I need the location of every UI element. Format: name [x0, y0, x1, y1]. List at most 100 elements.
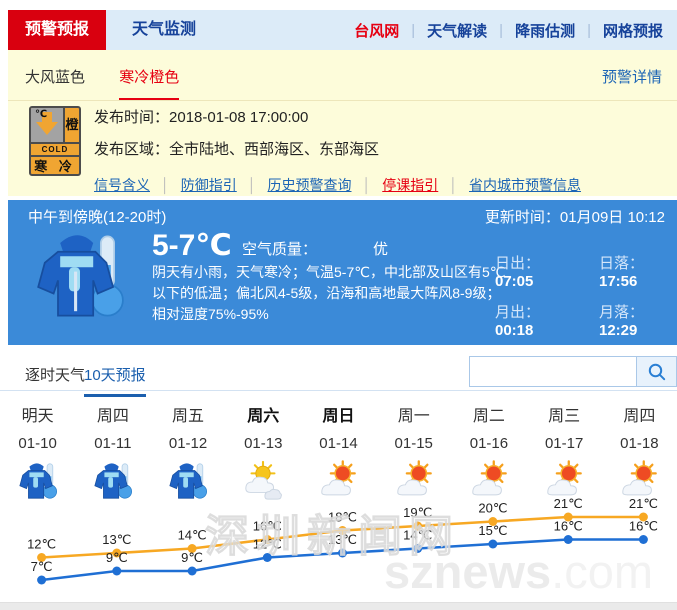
tab-weather-monitor[interactable]: 天气监测	[106, 10, 222, 50]
badge-cold-label: COLD	[31, 142, 79, 155]
link-separator: │	[161, 177, 170, 193]
forecast-date-label: 01-14	[301, 435, 376, 452]
svg-text:15℃: 15℃	[478, 523, 507, 538]
forecast-date-label: 01-13	[226, 435, 301, 452]
svg-text:16℃: 16℃	[253, 519, 282, 534]
badge-level-text: 橙	[63, 108, 79, 142]
sun-moon-times: 日出：07:05 日落：17:56 月出：00:18 月落：12:29	[495, 252, 677, 339]
sunrise: 日出：07:05	[495, 252, 573, 290]
forecast-date-label: 01-12	[150, 435, 225, 452]
svg-text:13℃: 13℃	[328, 532, 357, 547]
tab-hourly-weather[interactable]: 逐时天气	[25, 364, 85, 385]
forecast-column[interactable]: 周二 01-16	[451, 398, 526, 500]
publish-time-value: 2018-01-08 17:00:00	[169, 109, 308, 126]
cold-orange-warning-badge-icon: ℃ 橙 COLD 寒 冷	[29, 106, 81, 176]
divider	[8, 100, 677, 101]
svg-text:16℃: 16℃	[554, 519, 583, 534]
top-navbar: 预警预报 天气监测 台风网 | 天气解读 | 降雨估测 | 网格预报	[8, 10, 677, 50]
forecast-day-label: 周二	[451, 402, 526, 426]
badge-name: 寒 冷	[31, 155, 79, 176]
forecast-day-label: 周四	[602, 402, 677, 426]
tab-cold-orange-warning[interactable]: 寒冷橙色	[119, 69, 179, 101]
forecast-period: 中午到傍晚(12-20时)	[28, 206, 166, 227]
svg-text:21℃: 21℃	[554, 498, 583, 511]
forecast-column[interactable]: 周六 01-13	[226, 398, 301, 500]
badge-temp-unit: ℃	[35, 109, 47, 120]
link-rain-estimate[interactable]: 降雨估测	[515, 20, 575, 41]
forecast-column[interactable]: 周四 01-18	[602, 398, 677, 500]
forecast-column[interactable]: 周五 01-12	[150, 398, 225, 500]
nav-separator: |	[411, 22, 415, 39]
moonrise: 月出：00:18	[495, 301, 573, 339]
svg-text:16℃: 16℃	[629, 519, 658, 534]
publish-time-label: 发布时间：	[94, 109, 169, 126]
link-separator: │	[248, 177, 257, 193]
forecast-date-label: 01-15	[376, 435, 451, 452]
nav-links: 台风网 | 天气解读 | 降雨估测 | 网格预报	[354, 10, 677, 50]
warning-detail-link[interactable]: 预警详情	[602, 66, 662, 87]
publish-area-value: 全市陆地、西部海区、东部海区	[169, 141, 379, 158]
link-province-city-warnings[interactable]: 省内城市预警信息	[469, 177, 581, 193]
forecast-column[interactable]: 周三01-17	[527, 398, 602, 500]
svg-text:21℃: 21℃	[629, 498, 658, 511]
nav-separator: |	[499, 22, 503, 39]
bottom-strip	[0, 602, 677, 610]
nav-separator: |	[587, 22, 591, 39]
svg-text:9℃: 9℃	[106, 550, 128, 565]
moonset: 月落：12:29	[599, 301, 677, 339]
svg-text:12℃: 12℃	[27, 537, 56, 552]
search-icon	[647, 362, 667, 382]
forecast-column[interactable]: 周一01-15	[376, 398, 451, 500]
link-grid-forecast[interactable]: 网格预报	[603, 20, 663, 41]
forecast-column[interactable]: 周四01-11	[75, 398, 150, 500]
link-signal-meaning[interactable]: 信号含义	[94, 177, 150, 193]
link-separator: │	[449, 177, 458, 193]
publish-area-label: 发布区域：	[94, 141, 169, 158]
forecast-tabs-bar: 逐时天气 10天预报	[0, 355, 677, 391]
warning-info: 发布时间：2018-01-08 17:00:00 发布区域：全市陆地、西部海区、…	[94, 106, 667, 195]
svg-text:14℃: 14℃	[403, 528, 432, 543]
forecast-day-label: 周四	[75, 402, 150, 426]
link-class-suspension-guide[interactable]: 停课指引	[382, 177, 438, 193]
link-typhoon-net[interactable]: 台风网	[354, 20, 399, 41]
air-quality-row: 空气质量： 优	[242, 238, 388, 259]
forecast-day-label: 周五	[150, 402, 225, 426]
forecast-date-label: 01-18	[602, 435, 677, 452]
svg-text:19℃: 19℃	[403, 505, 432, 520]
current-weather-panel: 中午到傍晚(12-20时) 更新时间：01月09日 10:12 5-7℃ 空气质…	[8, 200, 677, 345]
svg-text:18℃: 18℃	[328, 510, 357, 525]
forecast-date-label: 01-16	[451, 435, 526, 452]
link-separator: │	[363, 177, 372, 193]
tab-warning-forecast[interactable]: 预警预报	[8, 10, 106, 50]
search-input[interactable]	[469, 356, 637, 387]
update-time: 更新时间：01月09日 10:12	[485, 206, 665, 227]
forecast-column[interactable]: 周日 01-14	[301, 398, 376, 500]
svg-text:12℃: 12℃	[253, 537, 282, 552]
forecast-day-label: 周日	[301, 402, 376, 426]
search-button[interactable]	[637, 356, 677, 387]
forecast-row: 明天01-10 周四01-11 周五 01-12 周六 01-13 周日 01-14	[0, 398, 677, 500]
warning-section: 大风蓝色 寒冷橙色 预警详情 ℃ 橙 COLD 寒 冷 发布时间：2018-01…	[8, 50, 677, 196]
svg-text:13℃: 13℃	[102, 532, 131, 547]
link-weather-explain[interactable]: 天气解读	[427, 20, 487, 41]
warning-links: 信号含义 │ 防御指引 │ 历史预警查询 │ 停课指引 │ 省内城市预警信息	[94, 175, 667, 195]
sunset: 日落：17:56	[599, 252, 677, 290]
link-history-warning-query[interactable]: 历史预警查询	[268, 177, 352, 193]
forecast-day-label: 明天	[0, 402, 75, 426]
svg-text:9℃: 9℃	[181, 550, 203, 565]
current-temperature: 5-7℃	[152, 228, 232, 263]
svg-text:20℃: 20℃	[478, 501, 507, 516]
forecast-date-label: 01-17	[527, 435, 602, 452]
forecast-day-label: 周六	[226, 402, 301, 426]
air-quality-label: 空气质量：	[242, 241, 317, 258]
svg-text:7℃: 7℃	[31, 559, 53, 574]
temperature-chart: 12℃ 13℃ 14℃ 16℃ 18℃ 19℃ 20℃ 21℃ 21℃ 7℃ 9℃ 9℃ 12℃ 13℃ 1…	[0, 498, 677, 602]
svg-text:14℃: 14℃	[178, 528, 207, 543]
winter-coat-thermometer-icon	[28, 232, 132, 325]
tab-wind-blue-warning[interactable]: 大风蓝色	[25, 69, 85, 86]
link-defense-guide[interactable]: 防御指引	[181, 177, 237, 193]
publish-time-row: 发布时间：2018-01-08 17:00:00	[94, 106, 667, 127]
forecast-column[interactable]: 明天01-10	[0, 398, 75, 500]
air-quality-value: 优	[373, 241, 388, 258]
tab-10day-forecast[interactable]: 10天预报	[84, 364, 146, 397]
